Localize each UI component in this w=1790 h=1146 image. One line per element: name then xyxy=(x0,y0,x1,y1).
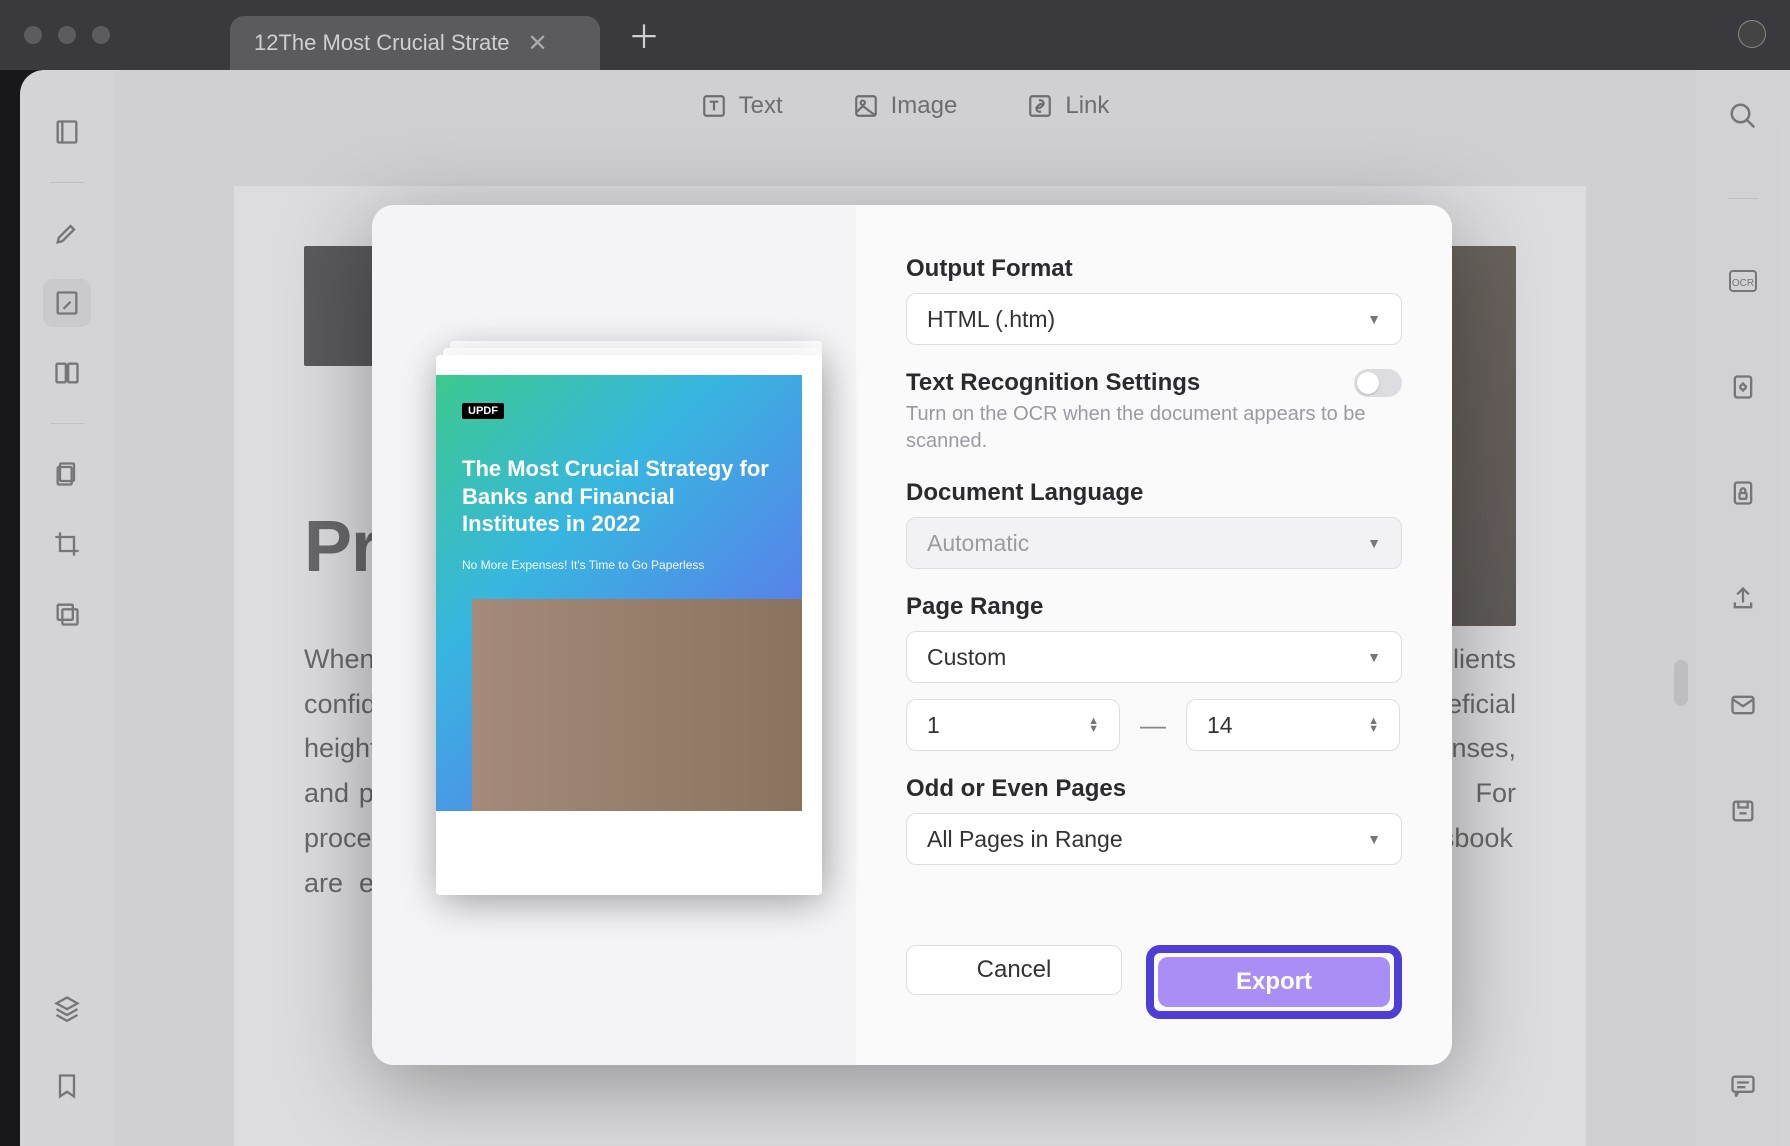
output-format-label: Output Format xyxy=(906,255,1402,283)
pages-icon[interactable] xyxy=(43,450,91,498)
stepper-icon[interactable]: ▲▼ xyxy=(1088,717,1099,733)
toolbar-text[interactable]: Text xyxy=(701,92,783,120)
language-value: Automatic xyxy=(927,530,1029,557)
tab-title: 12The Most Crucial Strate xyxy=(254,30,510,56)
language-select[interactable]: Automatic ▼ xyxy=(906,517,1402,569)
page-range-label: Page Range xyxy=(906,593,1402,621)
stepper-icon[interactable]: ▲▼ xyxy=(1368,717,1379,733)
share-icon[interactable] xyxy=(1719,575,1767,623)
edit-toolbar: Text Image Link xyxy=(114,70,1696,142)
output-format-value: HTML (.htm) xyxy=(927,306,1055,333)
chevron-down-icon: ▼ xyxy=(1367,831,1381,847)
new-tab-button[interactable]: ＋ xyxy=(628,12,660,58)
page-from-input[interactable]: 1 ▲▼ xyxy=(906,699,1120,751)
cover-title: The Most Crucial Strategy for Banks and … xyxy=(462,455,776,538)
svg-text:OCR: OCR xyxy=(1732,278,1754,289)
toolbar-image-label: Image xyxy=(891,92,958,120)
chevron-down-icon: ▼ xyxy=(1367,649,1381,665)
cancel-button-label: Cancel xyxy=(977,956,1052,984)
export-button-label: Export xyxy=(1236,968,1312,996)
chevron-down-icon: ▼ xyxy=(1367,535,1381,551)
edit-icon[interactable] xyxy=(43,279,91,327)
language-label: Document Language xyxy=(906,479,1402,507)
page-to-input[interactable]: 14 ▲▼ xyxy=(1186,699,1400,751)
window-close-dot[interactable] xyxy=(24,26,42,44)
traffic-lights xyxy=(24,26,110,44)
cancel-button[interactable]: Cancel xyxy=(906,945,1122,995)
page-range-mode-select[interactable]: Custom ▼ xyxy=(906,631,1402,683)
range-dash: — xyxy=(1140,710,1166,741)
toolbar-image[interactable]: Image xyxy=(853,92,958,120)
divider xyxy=(50,182,84,183)
page-to-value: 14 xyxy=(1207,712,1233,739)
toolbar-text-label: Text xyxy=(739,92,783,120)
export-button[interactable]: Export xyxy=(1158,957,1390,1007)
dialog-preview-pane: UPDF The Most Crucial Strategy for Banks… xyxy=(372,205,856,1065)
window-minimize-dot[interactable] xyxy=(58,26,76,44)
window-titlebar: 12The Most Crucial Strate ✕ ＋ xyxy=(0,0,1790,70)
ocr-label: Text Recognition Settings xyxy=(906,369,1200,397)
crop-icon[interactable] xyxy=(43,520,91,568)
highlighter-icon[interactable] xyxy=(43,209,91,257)
ocr-icon[interactable]: OCR xyxy=(1719,257,1767,305)
mail-icon[interactable] xyxy=(1719,681,1767,729)
export-button-highlight: Export xyxy=(1146,945,1402,1019)
panels-icon[interactable] xyxy=(43,349,91,397)
odd-even-value: All Pages in Range xyxy=(927,826,1123,853)
ocr-hint: Turn on the OCR when the document appear… xyxy=(906,401,1402,455)
close-icon[interactable]: ✕ xyxy=(528,29,548,58)
odd-even-select[interactable]: All Pages in Range ▼ xyxy=(906,813,1402,865)
tab-current[interactable]: 12The Most Crucial Strate ✕ xyxy=(230,16,600,70)
divider xyxy=(50,423,84,424)
avatar[interactable] xyxy=(1738,20,1766,48)
page-range-mode: Custom xyxy=(927,644,1006,671)
output-format-select[interactable]: HTML (.htm) ▼ xyxy=(906,293,1402,345)
page-from-value: 1 xyxy=(927,712,940,739)
bookmark-icon[interactable] xyxy=(43,1062,91,1110)
cover-subtitle: No More Expenses! It's Time to Go Paperl… xyxy=(462,558,776,572)
divider xyxy=(1728,198,1758,199)
toolbar-link[interactable]: Link xyxy=(1027,92,1109,120)
cover-logo: UPDF xyxy=(462,403,504,419)
chevron-down-icon: ▼ xyxy=(1367,311,1381,327)
toolbar-link-label: Link xyxy=(1065,92,1109,120)
dialog-form-pane: Output Format HTML (.htm) ▼ Text Recogni… xyxy=(856,205,1452,1065)
comment-icon[interactable] xyxy=(1719,1062,1767,1110)
scrollbar-thumb[interactable] xyxy=(1674,660,1688,706)
sidebar-right: OCR xyxy=(1696,70,1790,1146)
window-zoom-dot[interactable] xyxy=(92,26,110,44)
copy-icon[interactable] xyxy=(43,590,91,638)
export-dialog: UPDF The Most Crucial Strategy for Banks… xyxy=(372,205,1452,1065)
ocr-toggle[interactable] xyxy=(1354,369,1402,397)
save-icon[interactable] xyxy=(1719,787,1767,835)
convert-icon[interactable] xyxy=(1719,363,1767,411)
odd-even-label: Odd or Even Pages xyxy=(906,775,1402,803)
sidebar-left xyxy=(20,70,114,1146)
lock-file-icon[interactable] xyxy=(1719,469,1767,517)
layers-icon[interactable] xyxy=(43,984,91,1032)
search-icon[interactable] xyxy=(1719,92,1767,140)
preview-cover: UPDF The Most Crucial Strategy for Banks… xyxy=(436,375,802,811)
reader-icon[interactable] xyxy=(43,108,91,156)
